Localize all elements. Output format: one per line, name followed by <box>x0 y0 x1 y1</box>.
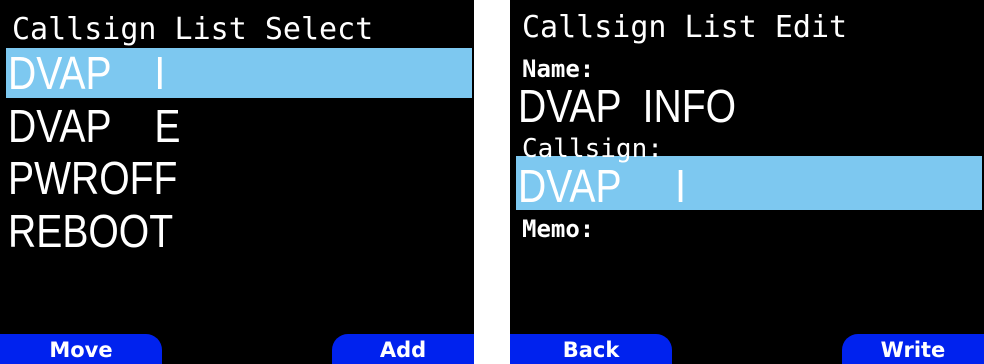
back-softkey[interactable]: Back <box>510 334 672 364</box>
screen-title: Callsign List Edit <box>522 10 848 45</box>
name-value[interactable]: DVAP INFO <box>518 80 736 132</box>
add-softkey[interactable]: Add <box>332 334 474 364</box>
callsign-value[interactable]: DVAP I <box>518 160 686 212</box>
list-item[interactable]: DVAP I <box>8 47 165 99</box>
write-softkey[interactable]: Write <box>842 334 984 364</box>
screen-title: Callsign List Select <box>12 12 374 47</box>
list-item[interactable]: REBOOT <box>8 205 173 257</box>
list-item[interactable]: DVAP E <box>8 100 180 152</box>
memo-label: Memo: <box>522 215 595 243</box>
callsign-list-edit-screen: Callsign List Edit Name: DVAP INFO Calls… <box>510 0 984 364</box>
list-item[interactable]: PWROFF <box>8 152 177 204</box>
move-softkey[interactable]: Move <box>0 334 162 364</box>
callsign-list-select-screen: Callsign List Select DVAP I DVAP E PWROF… <box>0 0 474 364</box>
